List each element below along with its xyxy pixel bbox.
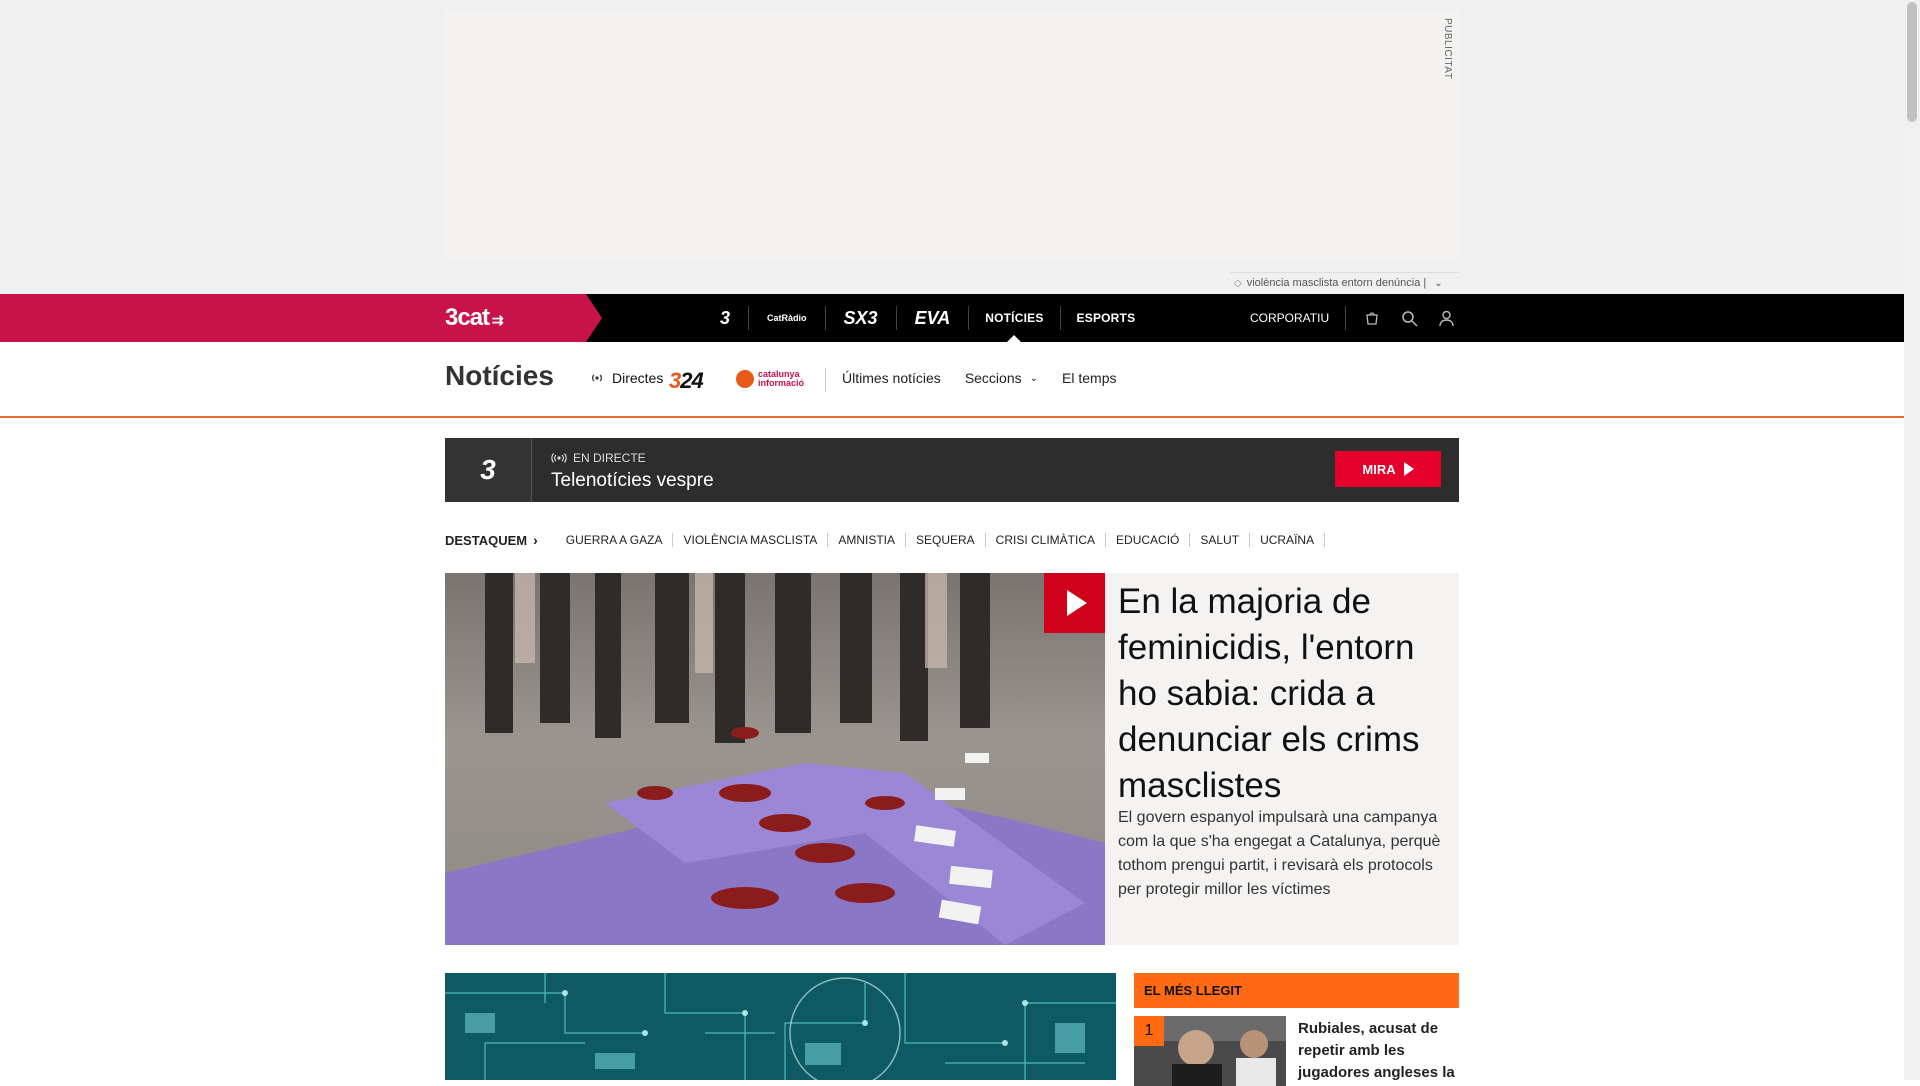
chevron-down-icon: ⌄ — [1029, 372, 1039, 384]
highlights-heading[interactable]: DESTAQUEM › — [445, 532, 538, 548]
most-read-title[interactable]: Rubiales, acusat de repetir amb les juga… — [1298, 1018, 1458, 1084]
link-seccions-label: Seccions — [964, 370, 1022, 386]
highlight-item[interactable]: SALUT — [1190, 533, 1251, 547]
tagline-text: violència masclista entorn denúncia | — [1246, 277, 1427, 289]
tag-icon: ◇ — [1234, 277, 1242, 289]
highlight-item[interactable]: AMNISTIA — [828, 533, 906, 547]
logo-catalunya-informacio[interactable]: catalunya informació — [736, 370, 804, 388]
rank-badge: 1 — [1134, 1016, 1164, 1046]
secondary-article-image[interactable] — [445, 973, 1116, 1080]
scrollbar-thumb[interactable] — [1907, 2, 1917, 122]
ci-disc-icon — [736, 370, 754, 388]
brand-block — [0, 294, 602, 342]
highlight-item[interactable]: VIOLÈNCIA MASCLISTA — [673, 533, 829, 547]
hero-summary: El govern espanyol impulsarà una campany… — [1118, 809, 1441, 898]
highlight-item[interactable]: SEQUERA — [906, 533, 986, 547]
ad-slot[interactable]: PUBLICITAT — [445, 10, 1459, 259]
most-read: EL MÉS LLEGIT 1 Rubiales, acusat de repe… — [1134, 973, 1459, 1086]
nav-esports[interactable]: ESPORTS — [1061, 294, 1152, 342]
ad-tagline[interactable]: ◇ violència masclista entorn denúncia | … — [1230, 272, 1459, 293]
sub-nav: Notícies Directes 324 catalunya informac… — [0, 342, 1904, 418]
live-bar[interactable]: 3 EN DIRECTE Telenotícies vespre MIRA — [445, 438, 1459, 502]
chevron-right-icon: › — [533, 532, 538, 548]
brand-logo-mark: ⇉ — [489, 312, 504, 328]
highlight-item[interactable]: CRISI CLIMÀTICA — [986, 533, 1107, 547]
hero-headline[interactable]: En la majoria de feminicidis, l'entorn h… — [1118, 579, 1438, 809]
play-icon — [1403, 462, 1414, 476]
tv3-logo: 3 — [445, 438, 532, 502]
chevron-down-icon: ⌄ — [1434, 277, 1443, 289]
most-read-heading: EL MÉS LLEGIT — [1134, 973, 1459, 1008]
channel-sx3[interactable]: SX3 — [826, 306, 897, 330]
top-nav: 3cat ⇉ 3 CatRàdio SX3 EVA NOTÍCIES ESPOR… — [0, 294, 1904, 342]
highlight-item[interactable]: UCRAÏNA — [1250, 533, 1326, 547]
logo-324[interactable]: 324 — [669, 368, 704, 394]
hero-article[interactable]: En la majoria de feminicidis, l'entorn h… — [445, 573, 1459, 945]
logo-324-suffix: 24 — [680, 368, 704, 393]
directes-link[interactable]: Directes — [590, 370, 663, 386]
broadcast-icon — [590, 370, 604, 386]
search-icon[interactable] — [1398, 307, 1420, 329]
nav-corporatiu[interactable]: CORPORATIU — [1250, 306, 1347, 330]
subnav-links: Últimes notícies Seccions ⌄ El temps — [842, 370, 1140, 386]
broadcast-icon — [551, 453, 567, 463]
hero-photo — [445, 573, 1105, 945]
link-seccions[interactable]: Seccions ⌄ — [965, 370, 1038, 386]
channel-eva[interactable]: EVA — [897, 306, 970, 330]
highlights-heading-label: DESTAQUEM — [445, 532, 528, 548]
ad-label: PUBLICITAT — [1442, 18, 1453, 80]
nav-noticies[interactable]: NOTÍCIES — [969, 294, 1059, 342]
channel-tv3[interactable]: 3 — [702, 306, 750, 330]
hero-play-button[interactable] — [1044, 573, 1105, 633]
play-icon — [1067, 590, 1087, 616]
logo-324-prefix: 3 — [669, 368, 681, 393]
most-read-item[interactable]: 1 Rubiales, acusat de repetir amb les ju… — [1134, 1016, 1459, 1086]
shop-icon[interactable] — [1361, 307, 1383, 329]
scrollbar[interactable] — [1904, 0, 1920, 1080]
ci-line2: informació — [758, 378, 805, 388]
mira-button[interactable]: MIRA — [1335, 451, 1441, 487]
subnav-divider — [825, 368, 826, 392]
hero-image[interactable] — [445, 573, 1105, 945]
highlights-bar: DESTAQUEM › GUERRA A GAZA VIOLÈNCIA MASC… — [445, 530, 1326, 550]
tech-photo — [445, 973, 1116, 1080]
section-title[interactable]: Notícies — [445, 360, 554, 392]
channel-list: 3 CatRàdio SX3 EVA NOTÍCIES ESPORTS — [702, 294, 1151, 342]
highlight-item[interactable]: GUERRA A GAZA — [556, 533, 674, 547]
mira-label: MIRA — [1362, 461, 1396, 477]
ad-band: PUBLICITAT ◇ violència masclista entorn … — [0, 0, 1904, 294]
live-tag: EN DIRECTE — [551, 451, 646, 465]
live-program-title[interactable]: Telenotícies vespre — [551, 470, 714, 492]
brand-logo[interactable]: 3cat ⇉ — [445, 304, 504, 332]
live-tag-label: EN DIRECTE — [573, 451, 646, 465]
link-ultimes-noticies[interactable]: Últimes notícies — [842, 370, 941, 386]
brand-logo-text: 3cat — [445, 304, 490, 331]
right-nav: CORPORATIU — [1250, 294, 1457, 342]
channel-catradio[interactable]: CatRàdio — [749, 306, 826, 330]
directes-label: Directes — [612, 370, 664, 386]
link-el-temps[interactable]: El temps — [1062, 370, 1116, 386]
user-icon[interactable] — [1435, 307, 1457, 329]
highlight-item[interactable]: EDUCACIÓ — [1106, 533, 1191, 547]
